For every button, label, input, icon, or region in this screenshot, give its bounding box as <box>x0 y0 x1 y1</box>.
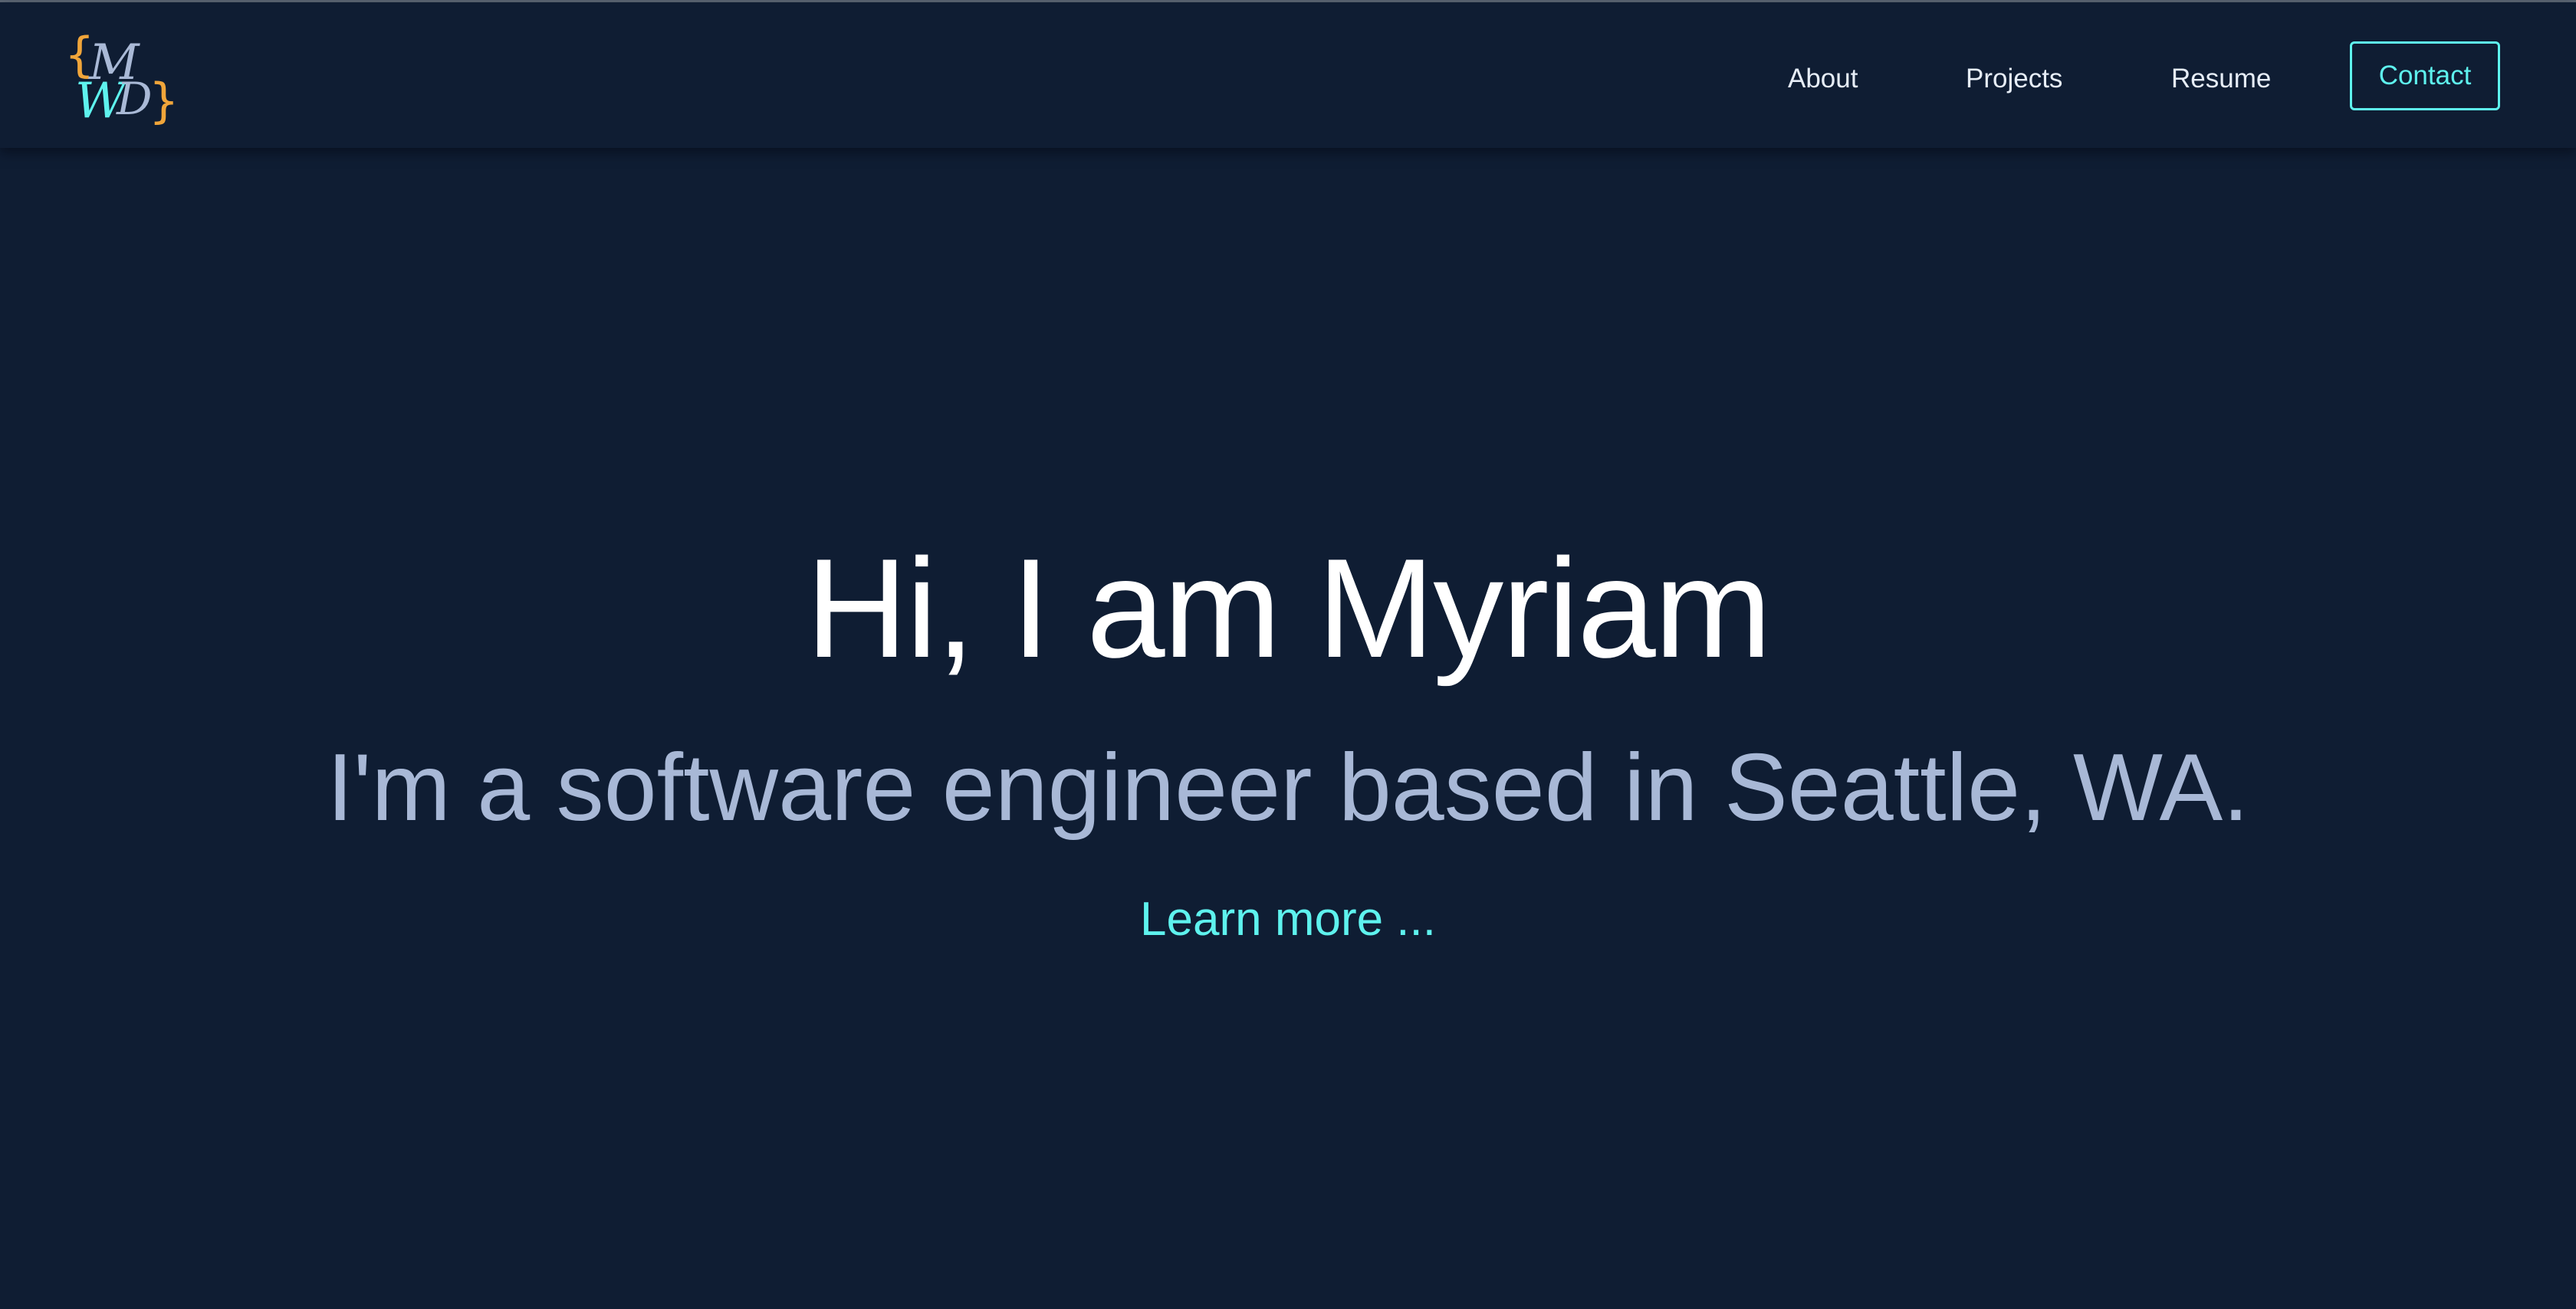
contact-button[interactable]: Contact <box>2350 41 2500 110</box>
mwd-logo-icon: { M W D } <box>64 27 179 125</box>
hero-title: Hi, I am Myriam <box>806 529 1772 687</box>
hero-subtitle: I'm a software engineer based in Seattle… <box>327 735 2249 841</box>
nav-link-resume[interactable]: Resume <box>2171 56 2271 102</box>
learn-more-wrapper: Learn more ... <box>0 889 2576 950</box>
learn-more-link[interactable]: Learn more ... <box>1140 893 1436 946</box>
logo-right-brace: } <box>149 73 179 125</box>
nav-link-projects[interactable]: Projects <box>1966 56 2062 102</box>
page: { M W D } About Projects Resume Contact … <box>0 0 2576 1309</box>
site-logo[interactable]: { M W D } <box>60 24 182 125</box>
navbar: { M W D } About Projects Resume Contact <box>0 2 2576 148</box>
logo-letter-d: D <box>116 73 153 125</box>
nav-link-about[interactable]: About <box>1788 56 1858 102</box>
